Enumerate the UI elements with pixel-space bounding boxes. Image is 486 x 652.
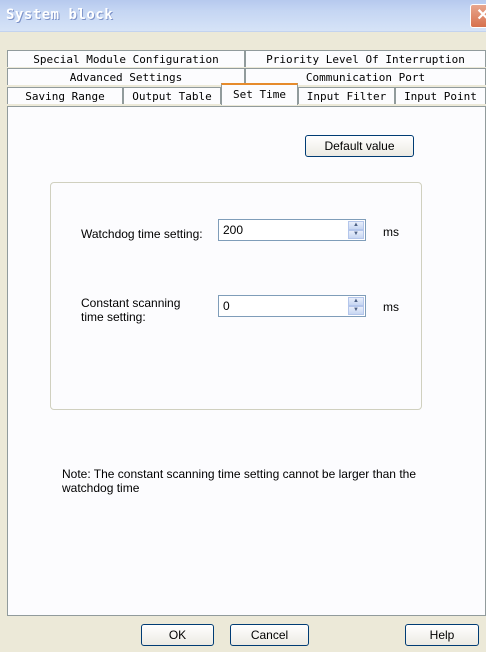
scanning-time-stepper[interactable]: 0 ▲ ▼ xyxy=(218,295,366,317)
help-button[interactable]: Help xyxy=(405,624,479,646)
time-settings-group: Watchdog time setting: 200 ▲ ▼ ms Consta… xyxy=(50,182,422,410)
spin-down-icon[interactable]: ▼ xyxy=(348,306,364,315)
watchdog-spin-buttons: ▲ ▼ xyxy=(348,221,364,239)
watchdog-label: Watchdog time setting: xyxy=(81,227,203,241)
system-block-dialog: System block ✕ Special Module Configurat… xyxy=(0,0,486,652)
tab-input-point[interactable]: Input Point xyxy=(395,87,486,104)
window-title: System block xyxy=(6,7,114,23)
close-button[interactable]: ✕ xyxy=(470,4,486,28)
spin-up-icon[interactable]: ▲ xyxy=(348,297,364,306)
scanning-label: Constant scanning time setting: xyxy=(81,296,181,324)
cancel-button[interactable]: Cancel xyxy=(230,624,309,646)
scanning-value[interactable]: 0 xyxy=(223,299,230,313)
constraint-note: Note: The constant scanning time setting… xyxy=(62,467,416,495)
close-icon: ✕ xyxy=(476,7,486,24)
title-bar: System block ✕ xyxy=(0,0,486,32)
tab-input-filter[interactable]: Input Filter xyxy=(298,87,395,104)
spin-down-icon[interactable]: ▼ xyxy=(348,230,364,239)
tab-output-table[interactable]: Output Table xyxy=(123,87,221,104)
set-time-panel: Default value Watchdog time setting: 200… xyxy=(7,106,486,616)
watchdog-time-stepper[interactable]: 200 ▲ ▼ xyxy=(218,219,366,241)
tab-saving-range[interactable]: Saving Range xyxy=(7,87,123,104)
tab-strip: Special Module Configuration Priority Le… xyxy=(7,50,486,108)
tab-set-time[interactable]: Set Time xyxy=(221,83,298,105)
ok-button[interactable]: OK xyxy=(141,624,214,646)
watchdog-unit: ms xyxy=(383,225,399,239)
scanning-spin-buttons: ▲ ▼ xyxy=(348,297,364,315)
watchdog-value[interactable]: 200 xyxy=(223,223,243,237)
tab-advanced-settings[interactable]: Advanced Settings xyxy=(7,68,245,85)
tab-special-module-configuration[interactable]: Special Module Configuration xyxy=(7,50,245,67)
spin-up-icon[interactable]: ▲ xyxy=(348,221,364,230)
tab-priority-level-of-interruption[interactable]: Priority Level Of Interruption xyxy=(245,50,486,67)
scanning-unit: ms xyxy=(383,300,399,314)
default-value-button[interactable]: Default value xyxy=(305,135,414,157)
